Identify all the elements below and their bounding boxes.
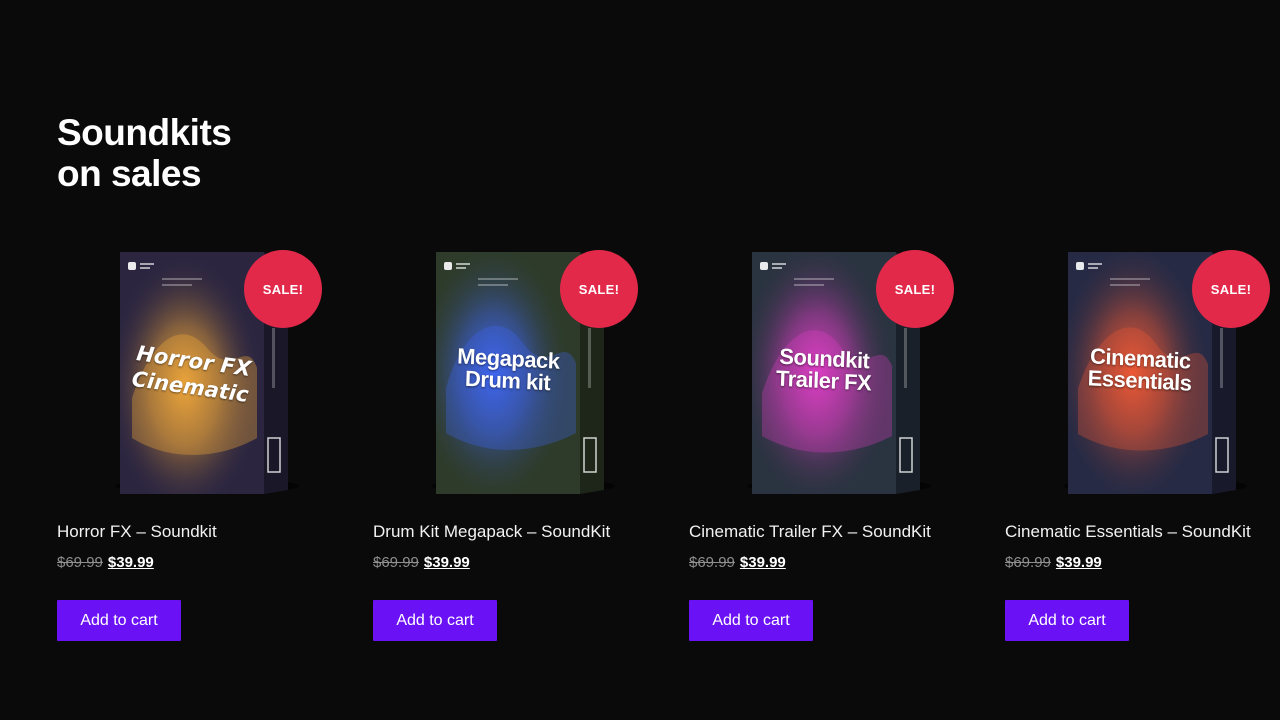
sale-price: $39.99 (1055, 554, 1102, 571)
sale-badge: SALE! (1192, 250, 1270, 328)
product-title[interactable]: Drum Kit Megapack – SoundKit (373, 522, 610, 542)
product-card: Megapack Drum kit SALE! Drum Kit Megapac… (373, 240, 643, 650)
box-title: Cinematic Essentials (1087, 343, 1192, 396)
product-grid: Horror FX Cinematic SALE! Horror FX – So… (0, 240, 1280, 660)
sale-price: $39.99 (107, 554, 154, 571)
product-price: $69.99 $39.99 (1005, 554, 1102, 571)
product-price: $69.99 $39.99 (57, 554, 154, 571)
sale-price: $39.99 (423, 554, 470, 571)
original-price: $69.99 (57, 554, 103, 571)
sale-badge: SALE! (876, 250, 954, 328)
section-title: Soundkits on sales (57, 112, 317, 194)
product-price: $69.99 $39.99 (373, 554, 470, 571)
original-price: $69.99 (1005, 554, 1051, 571)
original-price: $69.99 (373, 554, 419, 571)
product-card: Soundkit Trailer FX SALE! Cinematic Trai… (689, 240, 959, 650)
section-title-line2: on sales (57, 153, 202, 194)
add-to-cart-button[interactable]: Add to cart (373, 600, 497, 641)
add-to-cart-button[interactable]: Add to cart (1005, 600, 1129, 641)
box-title: Soundkit Trailer FX (775, 343, 872, 396)
product-title[interactable]: Cinematic Essentials – SoundKit (1005, 522, 1251, 542)
product-price: $69.99 $39.99 (689, 554, 786, 571)
sale-badge: SALE! (244, 250, 322, 328)
page: Soundkits on sales Horror FX Cinematic S… (0, 0, 1280, 720)
add-to-cart-button[interactable]: Add to cart (689, 600, 813, 641)
product-card: Horror FX Cinematic SALE! Horror FX – So… (57, 240, 327, 650)
product-title[interactable]: Cinematic Trailer FX – SoundKit (689, 522, 931, 542)
box-title: Megapack Drum kit (456, 343, 560, 396)
sale-badge: SALE! (560, 250, 638, 328)
original-price: $69.99 (689, 554, 735, 571)
product-title[interactable]: Horror FX – Soundkit (57, 522, 217, 542)
sale-price: $39.99 (739, 554, 786, 571)
add-to-cart-button[interactable]: Add to cart (57, 600, 181, 641)
section-title-line1: Soundkits (57, 112, 232, 153)
product-card: Cinematic Essentials SALE! Cinematic Ess… (1005, 240, 1275, 650)
